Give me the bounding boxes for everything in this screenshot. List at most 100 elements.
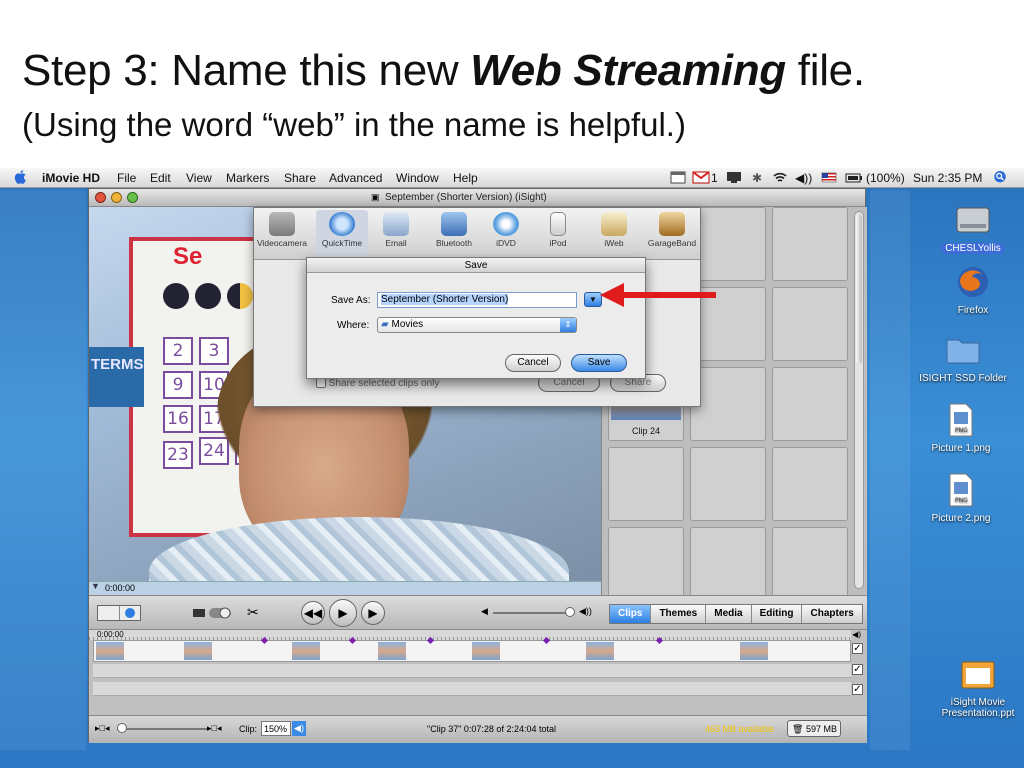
wifi-icon[interactable] (772, 171, 788, 184)
tab-clips[interactable]: Clips (610, 605, 652, 623)
tab-chapters[interactable]: Chapters (802, 605, 861, 623)
where-popup[interactable]: ▰ Movies ⇕ (377, 317, 577, 333)
camera-switch-icon[interactable] (181, 606, 237, 620)
timeline-clip[interactable] (378, 642, 406, 660)
clip-slot[interactable] (690, 527, 766, 601)
clip-zoom-field[interactable]: 150% (261, 721, 291, 736)
zoom-window-button[interactable] (127, 192, 138, 203)
share-tool-bluetooth[interactable]: Bluetooth (428, 210, 480, 248)
calendar-icon[interactable] (670, 171, 686, 184)
clip-audio-icon[interactable]: ◀) (292, 721, 306, 736)
clip-slot[interactable] (772, 367, 848, 441)
minimize-window-button[interactable] (111, 192, 122, 203)
clip-slot[interactable] (772, 447, 848, 521)
scrollbar-thumb[interactable] (856, 214, 862, 364)
scrubber-bar[interactable]: ▼ 0:00:00 (89, 581, 601, 595)
us-flag-icon[interactable] (821, 171, 837, 184)
desktop-icon-firefox[interactable]: Firefox (923, 264, 1023, 316)
timeline-ruler[interactable]: 0:00:00 (89, 630, 851, 640)
share-tool-garageband[interactable]: GarageBand (646, 210, 698, 248)
desktop-icon-hard-drive[interactable]: CHESLYollis (923, 202, 1023, 254)
menubar-clock[interactable]: Sun 2:35 PM (913, 171, 982, 185)
battery-icon[interactable] (845, 171, 863, 184)
tab-themes[interactable]: Themes (651, 605, 707, 623)
clip-slot[interactable] (690, 447, 766, 521)
trash-button[interactable]: 🗑 597 MB (787, 720, 841, 737)
edit-mode-toggle[interactable] (97, 605, 141, 621)
menu-window[interactable]: Window (396, 171, 439, 185)
desktop-icon-picture-1[interactable]: PNG Picture 1.png (911, 402, 1011, 454)
share-tool-videocamera[interactable]: Videocamera (256, 210, 308, 248)
timeline-clip[interactable] (96, 642, 124, 660)
clip-slot[interactable] (608, 527, 684, 601)
timeline-clip[interactable] (586, 642, 614, 660)
desktop-icon-folder[interactable]: ISIGHT SSD Folder (913, 332, 1013, 384)
clips-scrollbar[interactable] (854, 211, 864, 589)
volume-icon[interactable]: ◀)) (795, 171, 812, 185)
video-track[interactable] (93, 636, 851, 662)
document-proxy-icon[interactable]: ▣ (371, 192, 380, 203)
audio-track-2[interactable] (93, 682, 851, 696)
apple-icon[interactable] (14, 169, 28, 185)
playhead-icon[interactable]: ▼ (91, 581, 100, 591)
clip-slot[interactable] (772, 207, 848, 281)
rewind-button[interactable]: ◀◀ (301, 601, 325, 625)
zoom-slider-track[interactable] (117, 728, 207, 730)
window-titlebar[interactable]: ▣ September (Shorter Version) (iSight) (89, 189, 865, 207)
desktop-tile (0, 190, 86, 750)
play-button[interactable]: ▶ (329, 599, 357, 627)
track-checkbox[interactable]: ✓ (852, 684, 863, 695)
play-fullscreen-button[interactable]: ▶ (361, 601, 385, 625)
tab-editing[interactable]: Editing (752, 605, 803, 623)
cancel-button[interactable]: Cancel (505, 354, 561, 372)
track-checkbox[interactable]: ✓ (852, 643, 863, 654)
timeline-volume-icon[interactable]: ◀) (852, 630, 861, 639)
clip-mode-icon[interactable] (98, 606, 120, 620)
share-tool-email[interactable]: Email (370, 210, 422, 248)
spotlight-icon[interactable] (992, 171, 1008, 184)
desktop-icon-picture-2[interactable]: PNG Picture 2.png (911, 472, 1011, 524)
desktop-icon-ppt[interactable]: iSight Movie Presentation.ppt (932, 660, 1024, 719)
menu-share[interactable]: Share (284, 171, 316, 185)
scissors-icon[interactable]: ✂ (247, 604, 259, 621)
zoom-slider-thumb[interactable] (117, 723, 127, 733)
menu-view[interactable]: View (186, 171, 212, 185)
timeline-clip[interactable] (740, 642, 768, 660)
menu-help[interactable]: Help (453, 171, 478, 185)
gmail-icon[interactable] (692, 171, 710, 184)
audio-track-1[interactable] (93, 664, 851, 678)
clip-slot[interactable] (690, 207, 766, 281)
share-tool-ipod[interactable]: iPod (532, 210, 584, 248)
annotation-arrow-icon (600, 283, 716, 307)
menu-advanced[interactable]: Advanced (329, 171, 382, 185)
share-tool-iweb[interactable]: iWeb (588, 210, 640, 248)
clip-slot[interactable] (772, 287, 848, 361)
bluetooth-icon[interactable]: ✱ (752, 171, 762, 185)
menu-edit[interactable]: Edit (150, 171, 171, 185)
tab-media[interactable]: Media (706, 605, 752, 623)
calendar-number: 23 (163, 441, 193, 469)
clip-slot[interactable] (772, 527, 848, 601)
share-selected-checkbox[interactable] (316, 378, 326, 389)
close-window-button[interactable] (95, 192, 106, 203)
save-as-field[interactable]: September (Shorter Version) (377, 292, 577, 308)
volume-high-icon: ◀)) (579, 606, 592, 616)
timeline-clip[interactable] (472, 642, 500, 660)
save-button[interactable]: Save (571, 354, 627, 372)
clip-slot[interactable] (690, 367, 766, 441)
share-selected-clips-option[interactable]: Share selected clips only (316, 378, 439, 389)
menu-markers[interactable]: Markers (226, 171, 269, 185)
zoom-small-icon: ▸□◂ (95, 723, 110, 733)
menu-file[interactable]: File (117, 171, 136, 185)
timeline-clip[interactable] (184, 642, 212, 660)
timeline-clip[interactable] (292, 642, 320, 660)
share-tool-idvd[interactable]: iDVD (480, 210, 532, 248)
clip-slot[interactable] (608, 447, 684, 521)
camera-mode-icon[interactable] (120, 606, 140, 620)
display-icon[interactable] (726, 171, 742, 184)
track-checkbox[interactable]: ✓ (852, 664, 863, 675)
volume-slider-track[interactable] (493, 612, 573, 614)
menu-app-name[interactable]: iMovie HD (42, 171, 100, 185)
volume-slider-thumb[interactable] (565, 607, 575, 617)
share-tool-quicktime[interactable]: QuickTime (316, 210, 368, 258)
